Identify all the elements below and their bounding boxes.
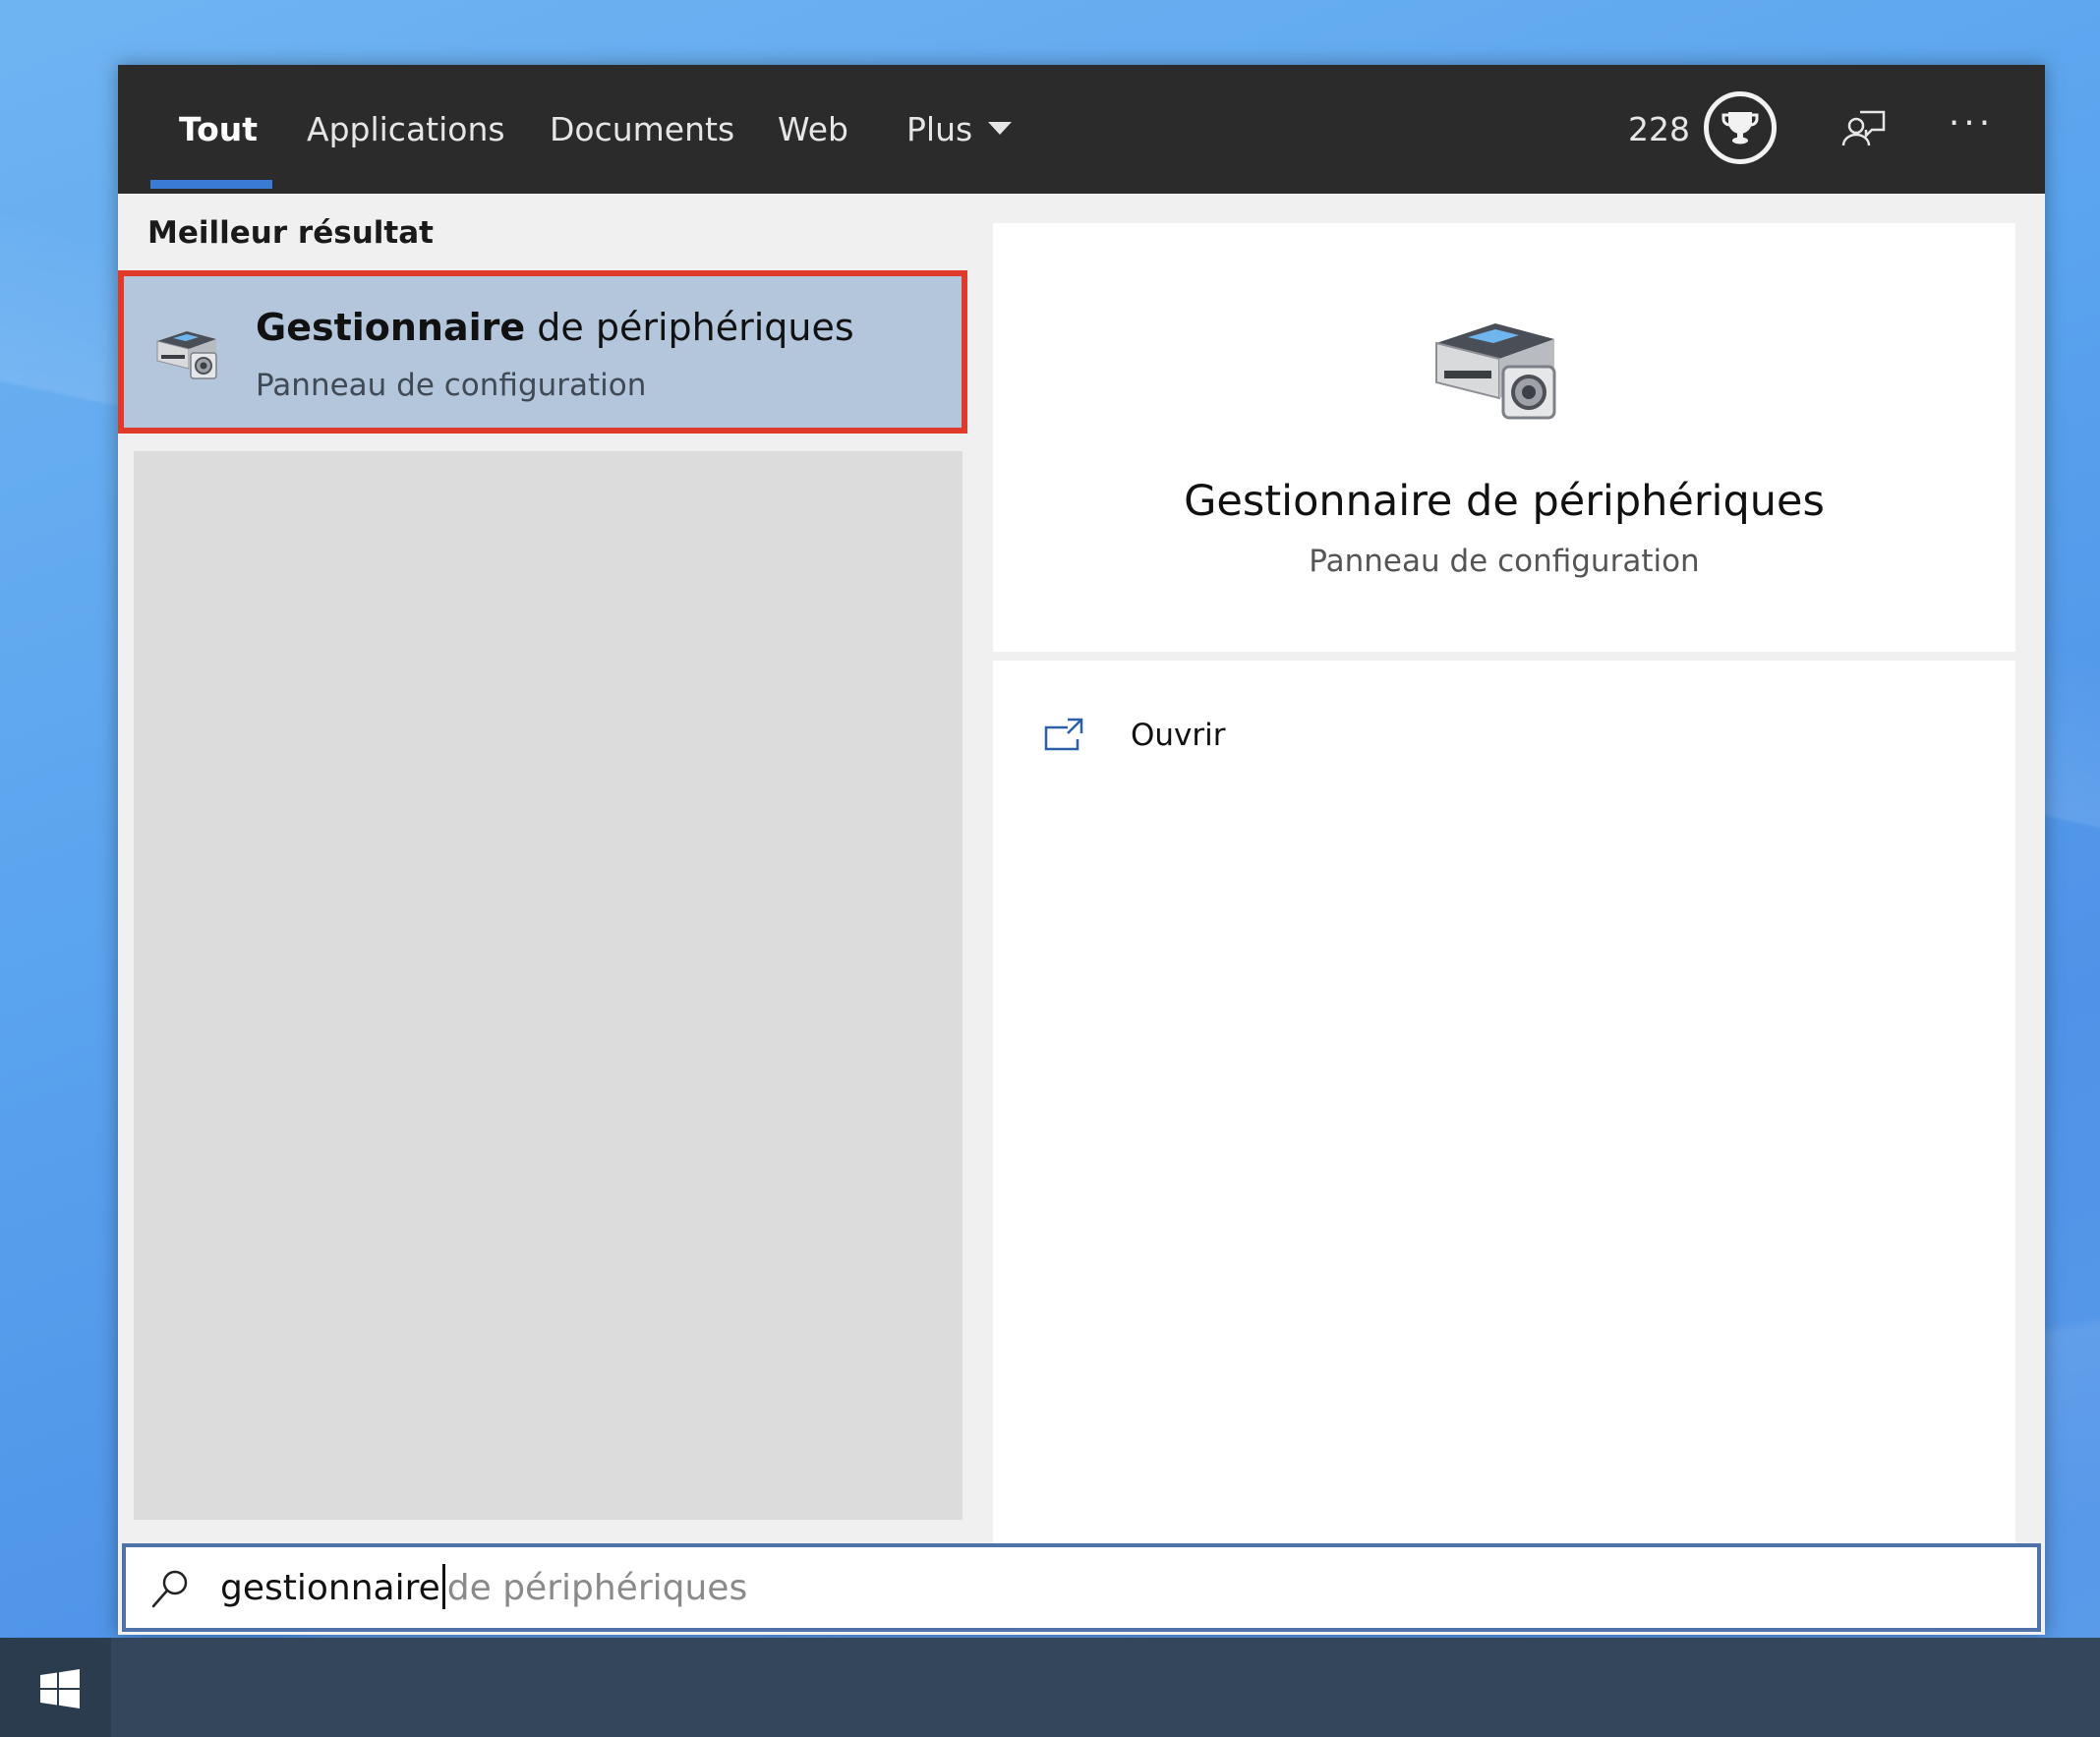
tab-label: Tout xyxy=(179,110,259,148)
text-cursor xyxy=(441,1564,445,1609)
active-tab-indicator xyxy=(150,180,272,189)
results-list: Meilleur résultat Gestionnaire de périph… xyxy=(118,194,967,1604)
preview-subtitle: Panneau de configuration xyxy=(1309,544,1700,579)
tab-applications[interactable]: Applications xyxy=(307,65,505,194)
tab-label: Applications xyxy=(307,110,505,148)
search-icon xyxy=(146,1565,195,1614)
rewards-points: 228 xyxy=(1628,110,1690,148)
search-window: Tout Applications Documents Web Plus 228 xyxy=(118,65,2045,1635)
windows-logo-icon xyxy=(40,1669,80,1708)
best-match-subtitle: Panneau de configuration xyxy=(256,368,647,403)
results-empty-area xyxy=(134,451,962,1520)
search-query: gestionnaire de périphériques xyxy=(220,1564,748,1612)
device-manager-icon xyxy=(151,319,224,386)
trophy-icon[interactable] xyxy=(1704,91,1777,164)
open-icon xyxy=(1042,716,1085,755)
feedback-icon[interactable] xyxy=(1838,104,1888,153)
tab-documents[interactable]: Documents xyxy=(550,65,734,194)
preview-title: Gestionnaire de périphériques xyxy=(1184,477,1825,526)
chevron-down-icon xyxy=(988,122,1013,135)
open-button[interactable]: Ouvrir xyxy=(1042,708,1337,769)
tab-label: Documents xyxy=(550,110,735,148)
open-label: Ouvrir xyxy=(1131,718,1226,753)
preview-header: Gestionnaire de périphériques Panneau de… xyxy=(993,223,2015,652)
search-typed-text: gestionnaire xyxy=(220,1568,440,1608)
best-match-title-rest: de périphériques xyxy=(525,306,854,349)
tab-tout[interactable]: Tout xyxy=(179,65,258,194)
tab-label: Web xyxy=(778,110,848,148)
best-match-result[interactable]: Gestionnaire de périphériques Panneau de… xyxy=(118,270,967,434)
device-manager-icon xyxy=(1423,300,1572,434)
best-match-title-bold: Gestionnaire xyxy=(256,306,526,349)
best-match-header: Meilleur résultat xyxy=(147,215,434,251)
more-icon[interactable]: ··· xyxy=(1942,104,2001,153)
preview-actions: Ouvrir xyxy=(993,661,2015,1604)
taskbar xyxy=(0,1638,2100,1737)
search-autocomplete-suggestion: de périphériques xyxy=(446,1568,748,1608)
best-match-title: Gestionnaire de périphériques xyxy=(256,306,854,349)
search-filter-bar: Tout Applications Documents Web Plus 228 xyxy=(118,65,2045,194)
tab-plus[interactable]: Plus xyxy=(906,65,1013,194)
tab-web[interactable]: Web xyxy=(778,65,848,194)
search-input[interactable]: gestionnaire de périphériques xyxy=(122,1543,2041,1632)
tab-label: Plus xyxy=(906,110,973,148)
start-button[interactable] xyxy=(0,1638,111,1737)
